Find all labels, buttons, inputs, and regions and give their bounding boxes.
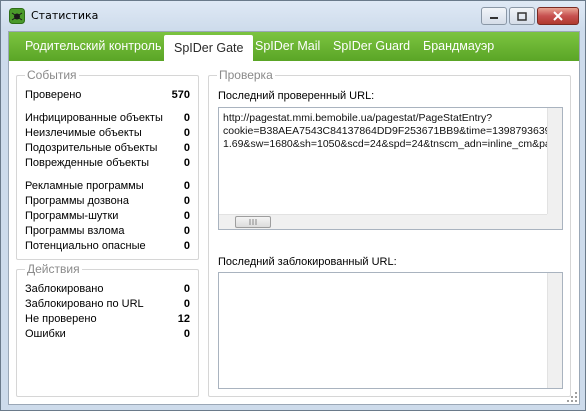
stat-value: 12 [177,313,190,325]
stat-value: 0 [183,127,190,139]
stat-label: Программы дозвона [25,195,129,207]
title-bar[interactable]: Статистика [1,1,585,31]
check-group-title: Проверка [217,68,275,82]
stat-row-blocked: Заблокировано 0 [25,283,190,298]
stat-value: 0 [183,142,190,154]
tab-spider-mail[interactable]: SpIDer Mail [245,32,330,61]
stat-label: Рекламные программы [25,180,144,192]
stat-label: Заблокировано [25,283,104,295]
grip-icon [249,219,257,225]
maximize-button[interactable] [509,7,535,25]
maximize-icon [517,11,527,21]
stat-row-errors: Ошибки 0 [25,328,190,343]
scroll-corner [547,214,562,229]
stat-label: Проверено [25,89,82,101]
stat-row-jokes: Программы-шутки 0 [25,210,190,225]
stat-label: Потенциально опасные [25,240,146,252]
horizontal-scroll-thumb[interactable] [235,216,271,228]
stat-label: Неизлечимые объекты [25,127,142,139]
stat-value: 0 [183,283,190,295]
last-blocked-url-field[interactable] [218,272,563,389]
horizontal-scrollbar[interactable] [219,214,547,229]
stat-value: 0 [183,112,190,124]
stat-label: Инфицированные объекты [25,112,163,124]
close-icon [553,11,563,21]
stat-value: 0 [183,240,190,252]
stat-label: Программы-шутки [25,210,119,222]
window-title: Статистика [31,9,99,22]
stat-row-hacktools: Программы взлома 0 [25,225,190,240]
last-checked-url-field[interactable]: http://pagestat.mmi.bemobile.ua/pagestat… [218,107,563,230]
tab-firewall[interactable]: Брандмауэр [413,32,504,61]
minimize-icon [490,17,498,19]
actions-group: Действия Заблокировано 0 Заблокировано п… [16,262,199,397]
tab-parental-control[interactable]: Родительский контроль [15,32,171,61]
stat-value: 0 [183,157,190,169]
stat-label: Программы взлома [25,225,125,237]
stat-row-incurable: Неизлечимые объекты 0 [25,127,190,142]
last-blocked-url-label: Последний заблокированный URL: [218,256,397,268]
stat-value: 0 [183,328,190,340]
stat-value: 0 [183,225,190,237]
client-area: Родительский контроль SpIDer Gate SpIDer… [8,31,580,405]
check-group: Проверка Последний проверенный URL: http… [208,68,571,397]
tab-bar: Родительский контроль SpIDer Gate SpIDer… [9,32,579,63]
statistics-window: Статистика Родительский контроль SpIDer … [0,0,586,411]
stat-row-infected: Инфицированные объекты 0 [25,112,190,127]
stat-row-dialers: Программы дозвона 0 [25,195,190,210]
vertical-scrollbar[interactable] [547,108,562,214]
stat-row-checked: Проверено 570 [25,89,190,104]
stat-row-adware: Рекламные программы 0 [25,180,190,195]
stat-label: Не проверено [25,313,97,325]
stat-row-not-checked: Не проверено 12 [25,313,190,328]
events-group-title: События [25,68,79,82]
stat-row-blocked-url: Заблокировано по URL 0 [25,298,190,313]
stat-value: 0 [183,210,190,222]
stat-value: 0 [183,298,190,310]
tab-spider-gate[interactable]: SpIDer Gate [164,35,254,63]
minimize-button[interactable] [481,7,507,25]
stat-value: 0 [183,195,190,207]
drweb-spider-icon [9,8,25,24]
events-group: События Проверено 570 Инфицированные объ… [16,68,199,260]
vertical-scrollbar[interactable] [547,273,562,388]
stat-label: Поврежденные объекты [25,157,150,169]
last-checked-url-label: Последний проверенный URL: [218,90,375,102]
stat-value: 0 [183,180,190,192]
close-button[interactable] [537,7,579,25]
actions-group-title: Действия [25,262,82,276]
stat-row-damaged: Поврежденные объекты 0 [25,157,190,172]
stat-label: Заблокировано по URL [25,298,144,310]
resize-grip-icon[interactable] [567,392,577,402]
stat-row-suspicious: Подозрительные объекты 0 [25,142,190,157]
stat-label: Ошибки [25,328,66,340]
last-checked-url-text: http://pagestat.mmi.bemobile.ua/pagestat… [223,112,557,150]
stat-value: 570 [171,89,190,101]
stat-row-riskware: Потенциально опасные 0 [25,240,190,255]
stat-label: Подозрительные объекты [25,142,158,154]
tab-spider-guard[interactable]: SpIDer Guard [323,32,420,61]
